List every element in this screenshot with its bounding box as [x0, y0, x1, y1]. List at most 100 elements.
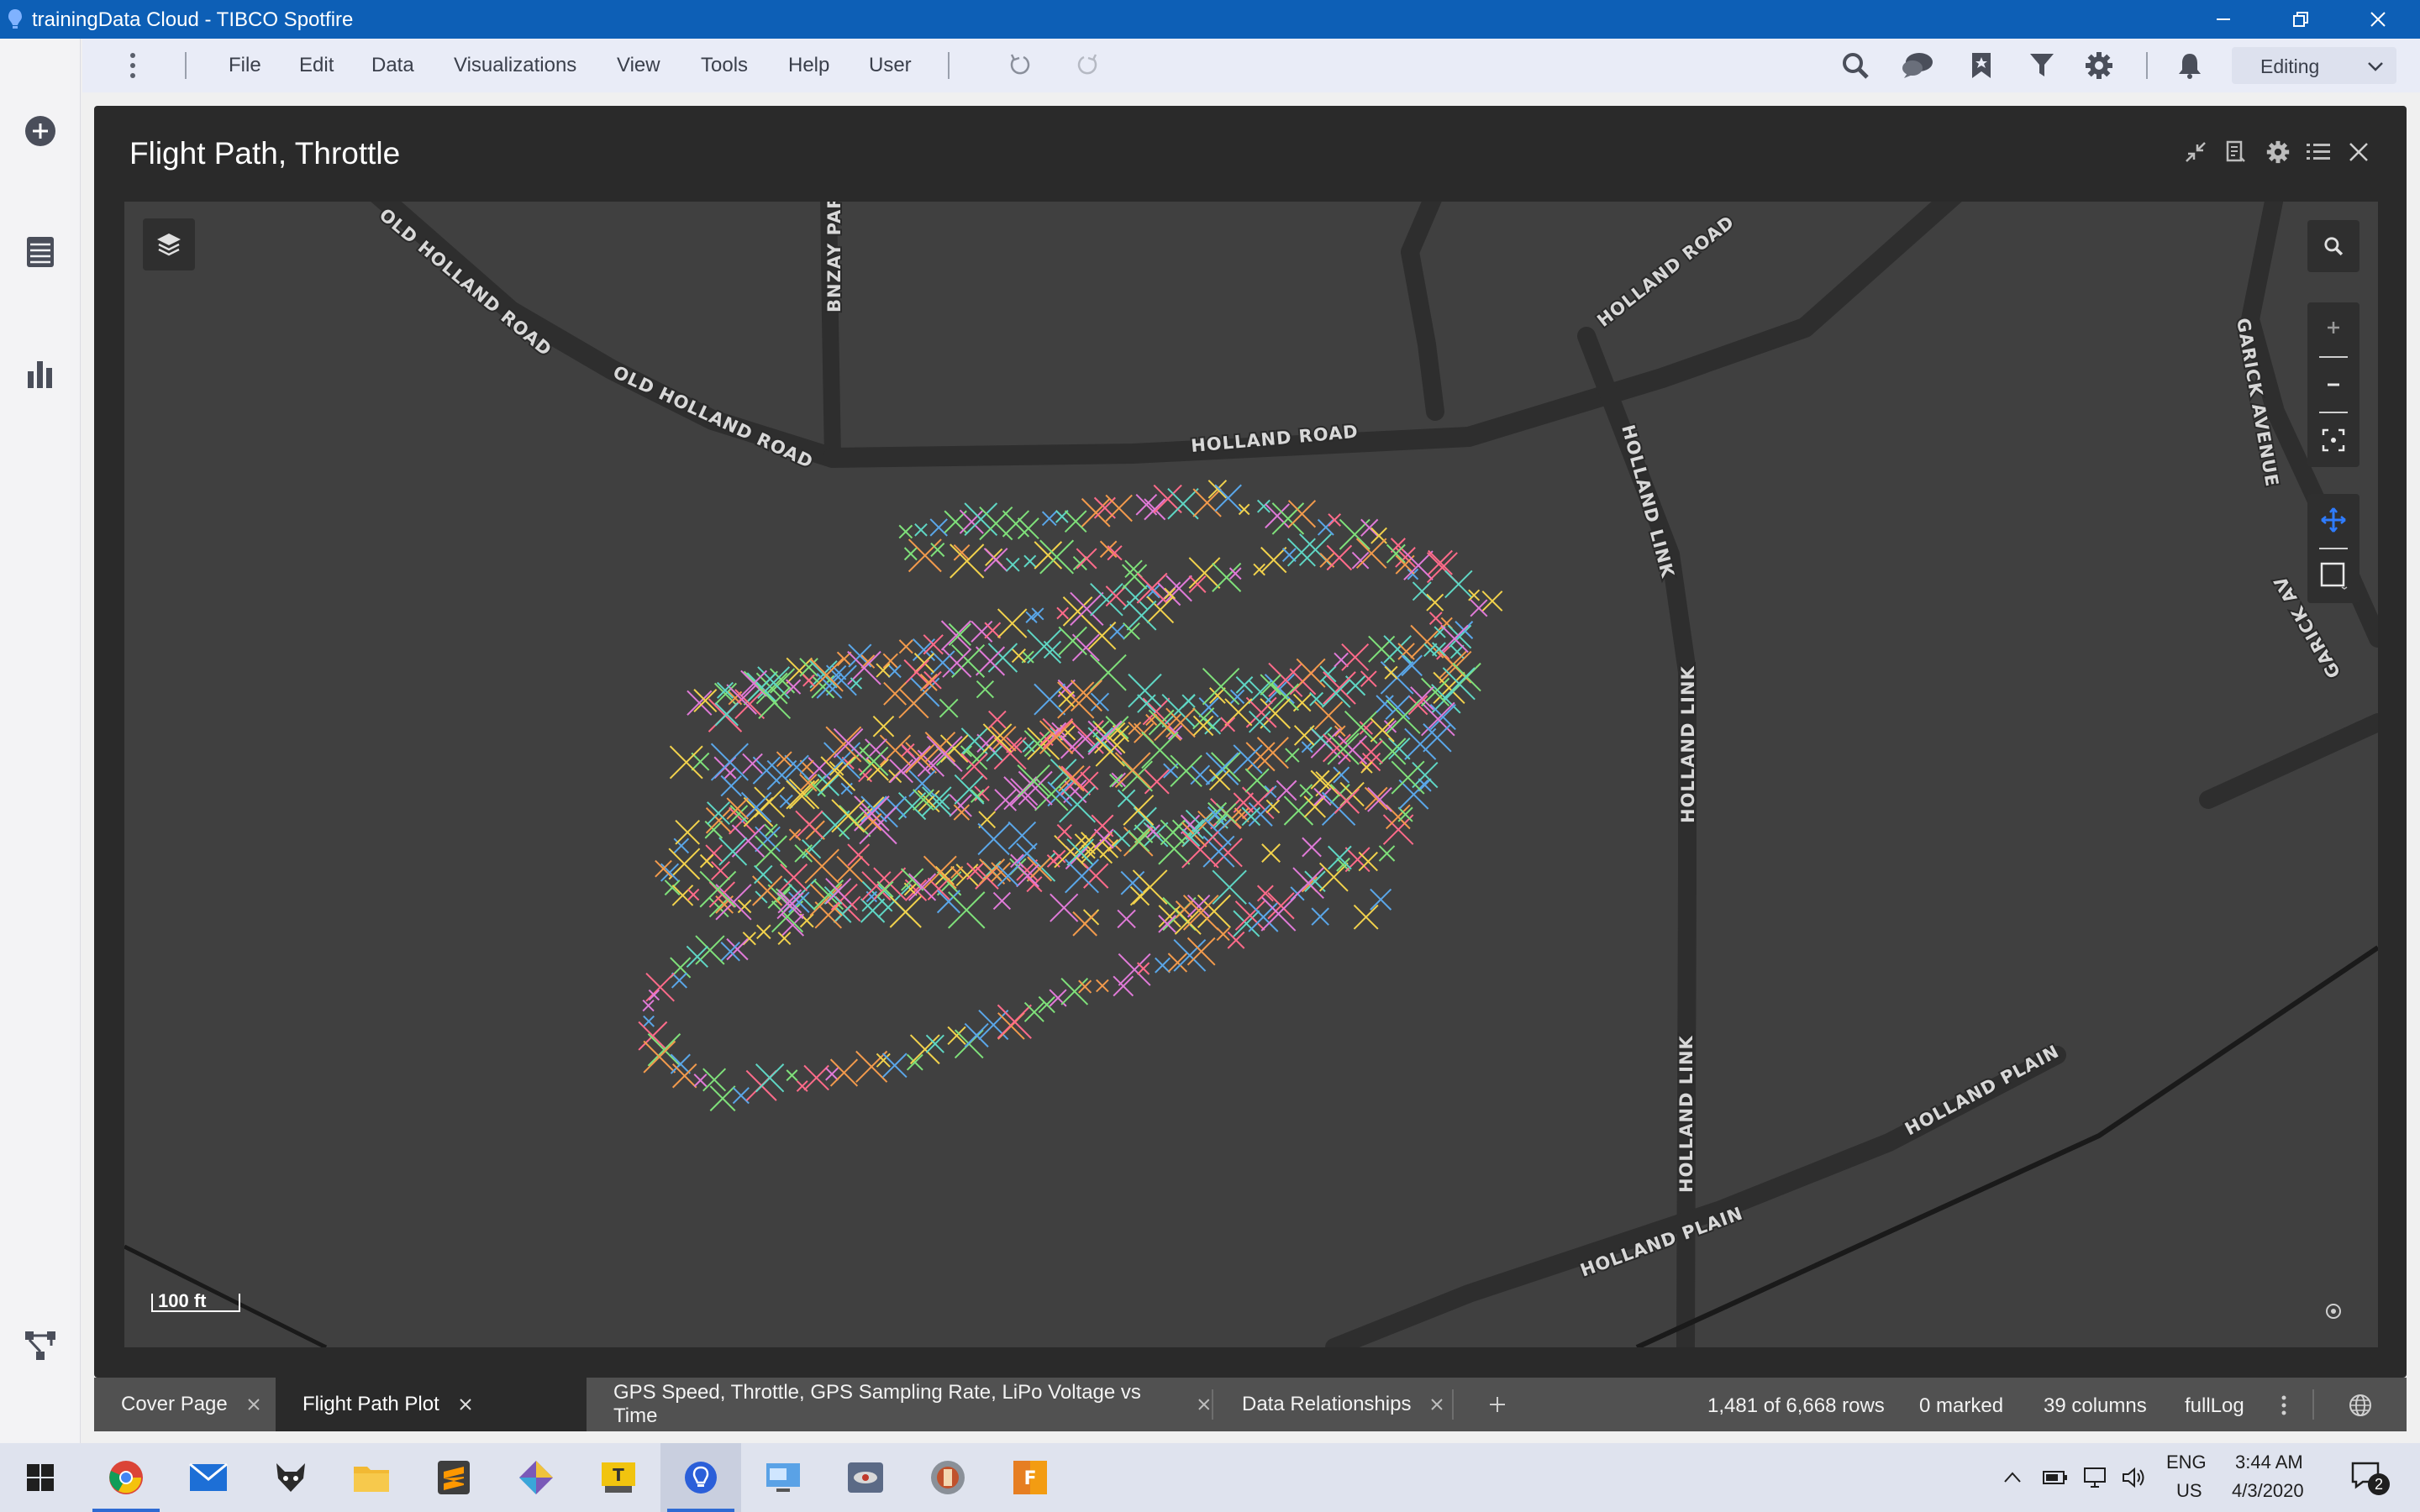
- flight-point-marker[interactable]: [732, 1087, 750, 1105]
- flight-point-marker[interactable]: [1188, 575, 1207, 593]
- menu-view[interactable]: View: [617, 54, 660, 77]
- menu-visualizations[interactable]: Visualizations: [454, 54, 576, 77]
- flight-point-marker[interactable]: [1141, 731, 1179, 769]
- flight-point-marker[interactable]: [1401, 654, 1423, 677]
- flight-point-marker[interactable]: [947, 1026, 966, 1045]
- status-more-icon[interactable]: [2279, 1394, 2289, 1416]
- flight-point-marker[interactable]: [1368, 635, 1396, 663]
- flight-point-marker[interactable]: [1256, 885, 1274, 902]
- add-page-button[interactable]: [1472, 1378, 1523, 1431]
- flight-point-marker[interactable]: [1285, 748, 1300, 763]
- clock-date[interactable]: 4/3/2020: [2232, 1480, 2304, 1502]
- flight-point-marker[interactable]: [1034, 683, 1066, 716]
- tab-cover-page[interactable]: Cover Page: [94, 1378, 274, 1431]
- flight-point-marker[interactable]: [1148, 709, 1175, 736]
- flight-point-marker[interactable]: [1328, 845, 1352, 870]
- search-button[interactable]: [1839, 49, 1872, 82]
- flight-point-marker[interactable]: [917, 749, 945, 777]
- flight-point-marker[interactable]: [1433, 671, 1465, 705]
- flight-point-marker[interactable]: [1233, 910, 1260, 937]
- viz-properties-button[interactable]: [2264, 138, 2292, 166]
- flight-point-marker[interactable]: [1120, 870, 1145, 895]
- zoom-to-fit-button[interactable]: [2307, 415, 2360, 465]
- flight-point-marker[interactable]: [1334, 788, 1360, 814]
- flight-point-marker[interactable]: [648, 989, 660, 1001]
- restore-button[interactable]: [2262, 0, 2339, 39]
- taskbar-remote-desktop[interactable]: [743, 1443, 823, 1512]
- flight-point-marker[interactable]: [1113, 829, 1131, 848]
- flight-point-marker[interactable]: [1005, 557, 1020, 572]
- flight-point-marker[interactable]: [1065, 858, 1099, 894]
- visualizations-panel-button[interactable]: [24, 356, 57, 390]
- flight-point-marker[interactable]: [1383, 635, 1412, 664]
- minimize-button[interactable]: [2185, 0, 2262, 39]
- flight-point-marker[interactable]: [702, 1068, 727, 1092]
- legend-button[interactable]: [2304, 138, 2333, 166]
- flight-point-marker[interactable]: [909, 1034, 940, 1065]
- flight-point-marker[interactable]: [1334, 652, 1349, 668]
- flight-point-marker[interactable]: [1071, 633, 1100, 662]
- flight-point-marker[interactable]: [1105, 716, 1129, 740]
- flight-point-marker[interactable]: [1260, 546, 1287, 574]
- flight-point-marker[interactable]: [1167, 953, 1188, 973]
- flight-point-marker[interactable]: [1072, 555, 1087, 571]
- flight-point-marker[interactable]: [1165, 575, 1192, 602]
- flight-point-marker[interactable]: [820, 756, 856, 791]
- flight-point-marker[interactable]: [1049, 989, 1067, 1007]
- flight-point-marker[interactable]: [1299, 784, 1313, 797]
- flight-point-marker[interactable]: [872, 715, 895, 738]
- taskbar-git[interactable]: [496, 1443, 576, 1512]
- flight-point-marker[interactable]: [1016, 864, 1039, 888]
- flight-point-marker[interactable]: [710, 743, 749, 781]
- menu-user[interactable]: User: [869, 54, 912, 77]
- flight-point-marker[interactable]: [804, 848, 839, 884]
- menu-edit[interactable]: Edit: [299, 54, 334, 77]
- map-attribution-button[interactable]: [2312, 1290, 2354, 1332]
- flight-point-marker[interactable]: [737, 899, 752, 914]
- flight-point-marker[interactable]: [1211, 752, 1241, 782]
- taskbar-fiddler[interactable]: [908, 1443, 988, 1512]
- flight-point-marker[interactable]: [645, 972, 675, 1002]
- flight-point-marker[interactable]: [1267, 892, 1295, 920]
- flight-point-marker[interactable]: [803, 1064, 829, 1091]
- flight-point-marker[interactable]: [671, 972, 688, 989]
- flight-point-marker[interactable]: [1076, 548, 1097, 570]
- flight-point-marker[interactable]: [1358, 851, 1378, 872]
- flight-point-marker[interactable]: [864, 813, 882, 832]
- flight-point-marker[interactable]: [1311, 907, 1329, 926]
- flight-point-marker[interactable]: [1244, 768, 1270, 793]
- flight-point-marker[interactable]: [1388, 737, 1411, 760]
- flight-point-marker[interactable]: [1328, 513, 1342, 527]
- flight-point-marker[interactable]: [1212, 869, 1247, 905]
- flight-point-marker[interactable]: [983, 548, 1008, 572]
- tab-gps-speed-throttle[interactable]: GPS Speed, Throttle, GPS Sampling Rate, …: [587, 1378, 1212, 1431]
- flight-point-marker[interactable]: [1058, 626, 1087, 656]
- flight-point-marker[interactable]: [820, 810, 850, 840]
- map-canvas[interactable]: OLD HOLLAND ROAD OLD HOLLAND ROAD BNZAY …: [124, 202, 2378, 1347]
- flight-point-marker[interactable]: [948, 622, 971, 646]
- flight-point-marker[interactable]: [1212, 562, 1242, 592]
- flight-point-marker[interactable]: [691, 752, 710, 771]
- flight-point-marker[interactable]: [671, 885, 694, 906]
- chevron-up-icon[interactable]: [2003, 1470, 2022, 1483]
- flight-point-marker[interactable]: [1181, 831, 1219, 869]
- flight-point-marker[interactable]: [930, 650, 955, 675]
- flight-point-marker[interactable]: [840, 782, 853, 795]
- flight-point-marker[interactable]: [1113, 975, 1134, 997]
- flight-point-marker[interactable]: [847, 843, 871, 867]
- flight-point-marker[interactable]: [1132, 869, 1168, 905]
- flight-point-marker[interactable]: [971, 620, 993, 643]
- flight-point-marker[interactable]: [974, 785, 990, 801]
- flight-point-marker[interactable]: [1007, 821, 1037, 850]
- flight-point-marker[interactable]: [908, 538, 942, 573]
- flight-point-marker[interactable]: [1056, 606, 1069, 620]
- flight-point-marker[interactable]: [643, 1015, 655, 1027]
- flight-point-marker[interactable]: [734, 689, 765, 720]
- flight-point-marker[interactable]: [1105, 494, 1133, 522]
- flight-point-marker[interactable]: [964, 1022, 989, 1047]
- flight-point-marker[interactable]: [1386, 699, 1421, 734]
- flight-point-marker[interactable]: [997, 608, 1028, 638]
- flight-point-marker[interactable]: [1128, 831, 1150, 853]
- flight-point-marker[interactable]: [922, 786, 952, 816]
- flight-point-marker[interactable]: [1260, 674, 1281, 696]
